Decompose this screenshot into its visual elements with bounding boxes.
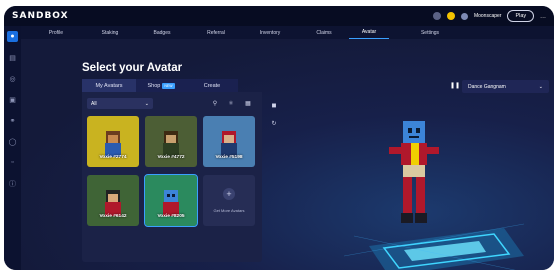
tab-create[interactable]: Create [186, 79, 238, 92]
avatar-card[interactable]: Voxie #4772 [145, 116, 197, 167]
tab-my-avatars[interactable]: My Avatars [82, 79, 136, 92]
voxie-thumbnail [163, 131, 179, 157]
main-nav: Profile Staking Badges Referral Inventor… [21, 26, 554, 39]
more-icon[interactable]: ... [540, 13, 546, 20]
controller-icon[interactable]: ▣ [7, 94, 18, 105]
chevron-down-icon: ⌄ [144, 100, 149, 107]
chevron-down-icon: ⌄ [538, 83, 543, 90]
voxie-thumbnail [221, 131, 237, 157]
play-button[interactable]: Play [507, 10, 535, 22]
tab-badges[interactable]: Badges [145, 26, 179, 39]
tab-referral[interactable]: Referral [199, 26, 233, 39]
avatar[interactable] [460, 12, 468, 20]
avatar-card[interactable]: Voxie #2774 [87, 116, 139, 167]
notification-icon[interactable] [432, 12, 441, 20]
tab-profile[interactable]: Profile [39, 26, 73, 39]
tab-avatar[interactable]: Avatar [349, 26, 389, 39]
avatar-3d-preview[interactable] [389, 121, 449, 251]
avatar-card-label: Voxie #5198 [215, 155, 243, 160]
avatar-card[interactable]: Voxie #6142 [87, 175, 139, 226]
plus-icon: + [223, 188, 235, 200]
tab-shop-label: Shop [147, 82, 161, 89]
avatar-card[interactable]: Voxie #5198 [203, 116, 255, 167]
chat-icon[interactable]: ▫ [7, 157, 18, 168]
pause-icon[interactable]: ❚❚ [450, 82, 460, 91]
avatar-tabs: My Avatars Shop NEW Create [82, 79, 238, 92]
tab-shop[interactable]: Shop NEW [136, 79, 186, 92]
voxie-thumbnail [105, 190, 121, 216]
get-more-avatars-label: Get More Avatars [213, 208, 245, 213]
sidebar: ● ▤ ◎ ▣ ⚭ ◯ ▫ ⓘ [4, 26, 21, 270]
avatar-card-label: Voxie #8205 [157, 214, 185, 219]
coin-icon[interactable]: ◯ [7, 136, 18, 147]
top-bar: SANDBOX Moonscaper Play ... [4, 6, 554, 26]
globe-icon[interactable]: ◎ [7, 73, 18, 84]
animation-select[interactable]: Dance Gangnam ⌄ [462, 80, 549, 93]
user-area: Moonscaper Play ... [432, 10, 546, 22]
avatar-card-label: Voxie #6142 [99, 214, 127, 219]
filter-select-value: All [91, 100, 97, 107]
avatar-card-label: Voxie #2774 [99, 155, 127, 160]
inventory-icon[interactable]: ▤ [7, 52, 18, 63]
new-badge: NEW [162, 82, 175, 89]
screenshot-icon[interactable]: ◼ [269, 100, 279, 110]
bulb-icon[interactable]: ⚭ [7, 115, 18, 126]
coin-balance-icon[interactable] [446, 12, 455, 20]
filter-select[interactable]: All ⌄ [87, 98, 153, 109]
avatar-panel: All ⌄ ⚲ ⚛ ▦ Voxie #2774 Voxie #4772 Voxi… [82, 92, 262, 262]
animation-select-value: Dance Gangnam [468, 83, 506, 90]
tab-staking[interactable]: Staking [93, 26, 127, 39]
grid-view-icon[interactable]: ▦ [243, 98, 253, 109]
username[interactable]: Moonscaper [474, 13, 502, 19]
info-icon[interactable]: ⓘ [7, 178, 18, 189]
user-icon[interactable]: ● [7, 31, 18, 42]
search-icon[interactable]: ⚲ [210, 98, 220, 109]
tab-settings[interactable]: Settings [413, 26, 447, 39]
avatar-card-label: Voxie #4772 [157, 155, 185, 160]
sandbox-logo[interactable]: SANDBOX [12, 11, 69, 21]
page-title: Select your Avatar [82, 62, 183, 74]
tab-inventory[interactable]: Inventory [251, 26, 289, 39]
rotate-icon[interactable]: ↻ [269, 118, 279, 128]
zoom-icon[interactable]: ⚛ [226, 98, 236, 109]
voxie-thumbnail [163, 190, 179, 216]
voxie-thumbnail [105, 131, 121, 157]
avatar-card-selected[interactable]: Voxie #8205 [144, 174, 198, 227]
app-window: SANDBOX Moonscaper Play ... ● ▤ ◎ ▣ ⚭ ◯ … [4, 6, 554, 270]
get-more-avatars-card[interactable]: + Get More Avatars [203, 175, 255, 226]
tab-claims[interactable]: Claims [307, 26, 341, 39]
